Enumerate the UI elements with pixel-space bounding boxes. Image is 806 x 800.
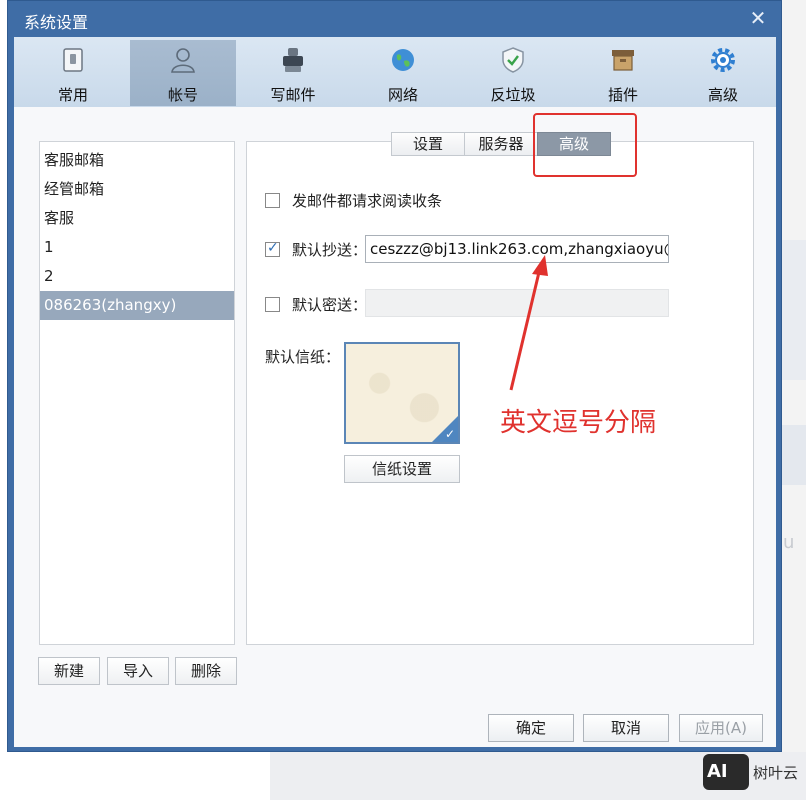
default-bcc-input[interactable] <box>365 289 669 317</box>
toolbar-item-antispam[interactable]: 反垃圾 <box>460 40 566 106</box>
stationery-label: 默认信纸： <box>265 348 341 366</box>
toolbar-item-account[interactable]: 帐号 <box>130 40 236 106</box>
globe-icon <box>392 49 414 71</box>
tab-settings[interactable]: 设置 <box>391 132 465 156</box>
annotation-highlight-box <box>533 113 637 177</box>
account-settings-panel: 设置 服务器 高级 发邮件都请求阅读收条 默认抄送： ceszzz@bj13.l… <box>246 132 754 645</box>
account-list-item[interactable]: 经管邮箱 <box>40 175 234 204</box>
check-icon: ✓ <box>444 427 455 441</box>
cancel-button[interactable]: 取消 <box>583 714 669 742</box>
toolbar-item-label: 常用 <box>57 86 88 104</box>
account-list-item-selected[interactable]: 086263(zhangxy) <box>40 291 234 320</box>
import-account-button[interactable]: 导入 <box>107 657 169 685</box>
watermark-logo: AI <box>703 754 749 790</box>
account-list-item[interactable]: 1 <box>40 233 234 262</box>
account-list-item[interactable]: 2 <box>40 262 234 291</box>
title-bar[interactable]: 系统设置 ✕ <box>8 1 781 37</box>
tab-server[interactable]: 服务器 <box>464 132 538 156</box>
toolbar-item-label: 帐号 <box>167 86 198 104</box>
switch-icon <box>63 48 83 72</box>
toolbar-item-advanced[interactable]: 高级 <box>670 40 776 106</box>
close-icon[interactable]: ✕ <box>749 8 767 28</box>
plugin-box-icon <box>612 50 634 71</box>
background-area <box>0 752 270 800</box>
new-account-button[interactable]: 新建 <box>38 657 100 685</box>
annotation-text: 英文逗号分隔 <box>500 408 657 438</box>
toolbar-item-label: 写邮件 <box>270 86 316 104</box>
window-title: 系统设置 <box>24 13 89 32</box>
account-list-item[interactable]: 客服 <box>40 204 234 233</box>
toolbar-item-compose[interactable]: 写邮件 <box>240 40 346 106</box>
stationery-settings-button[interactable]: 信纸设置 <box>344 455 460 483</box>
settings-toolbar: 常用 帐号 写邮件 网络 反垃圾 插件 高级 <box>14 37 776 107</box>
toolbar-item-plugins[interactable]: 插件 <box>570 40 676 106</box>
default-bcc-label: 默认密送： <box>292 296 368 314</box>
gear-icon <box>711 48 735 72</box>
default-cc-label: 默认抄送： <box>292 241 368 259</box>
stationery-preview[interactable]: ✓ <box>344 342 460 444</box>
account-list-item[interactable]: 客服邮箱 <box>40 146 234 175</box>
toolbar-item-network[interactable]: 网络 <box>350 40 456 106</box>
toolbar-item-label: 高级 <box>707 86 738 104</box>
compose-icon <box>283 48 303 72</box>
delete-account-button[interactable]: 删除 <box>175 657 237 685</box>
user-icon <box>171 48 195 73</box>
toolbar-item-label: 网络 <box>387 86 418 104</box>
toolbar-item-label: 插件 <box>607 86 638 104</box>
toolbar-item-general[interactable]: 常用 <box>20 40 126 106</box>
default-cc-input[interactable]: ceszzz@bj13.link263.com,zhangxiaoyu@zx <box>365 235 669 263</box>
default-cc-checkbox[interactable] <box>265 240 280 257</box>
shield-icon <box>502 47 524 73</box>
ok-button[interactable]: 确定 <box>488 714 574 742</box>
toolbar-item-label: 反垃圾 <box>490 86 536 104</box>
read-receipt-checkbox[interactable] <box>265 193 280 208</box>
apply-button[interactable]: 应用(A) <box>679 714 763 742</box>
read-receipt-label: 发邮件都请求阅读收条 <box>292 192 443 210</box>
account-list: 客服邮箱 经管邮箱 客服 1 2 086263(zhangxy) <box>39 141 235 645</box>
default-bcc-checkbox[interactable] <box>265 297 280 312</box>
watermark-name: 树叶云 <box>753 764 799 782</box>
